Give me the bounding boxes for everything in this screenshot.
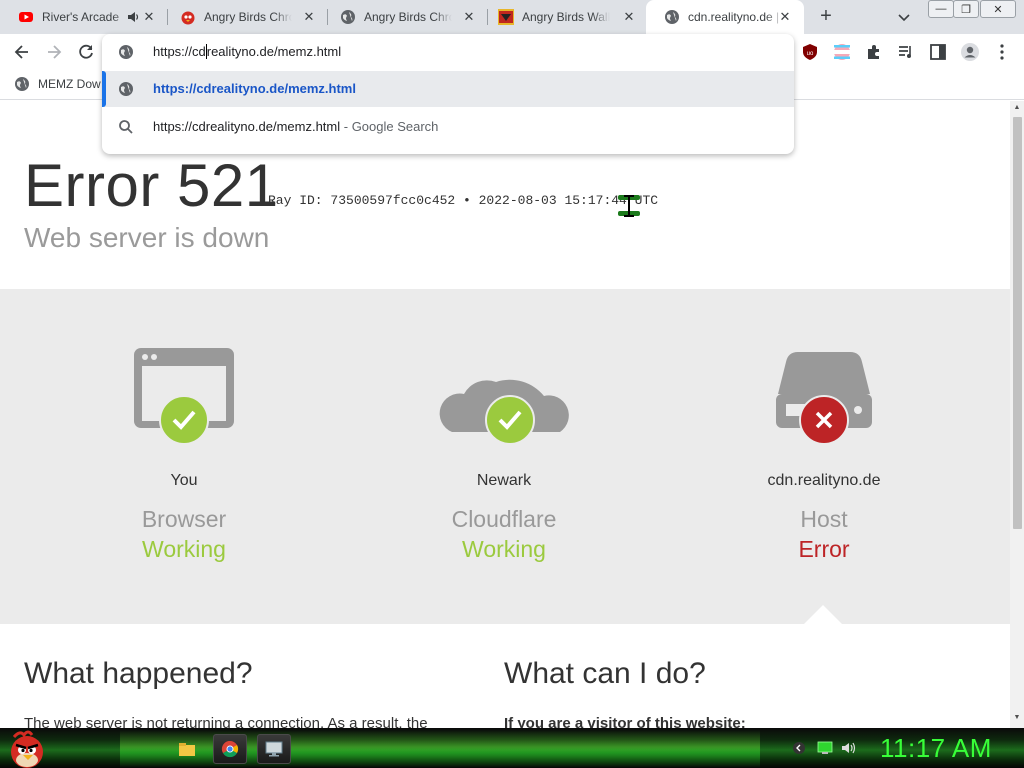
back-arrow-icon[interactable]	[12, 42, 32, 62]
angry-birds-logo-icon	[498, 9, 514, 25]
new-tab-button[interactable]: +	[815, 6, 837, 28]
network-icon[interactable]	[817, 741, 833, 755]
tab-title: River's Arcade	[42, 10, 119, 24]
tab-angry-birds-chrome-2[interactable]: Angry Birds Chrome ✕	[322, 0, 488, 34]
omnibox-dropdown: https://cdrealityno.de/memz.html https:/…	[102, 34, 794, 154]
node-kind: Cloudflare	[451, 506, 557, 532]
tab-angry-birds-chrome-1[interactable]: Angry Birds Chrome ✕	[162, 0, 328, 34]
chevron-down-icon[interactable]	[895, 8, 913, 26]
node-state: Error	[798, 536, 850, 562]
globe-icon	[665, 10, 679, 24]
globe-icon	[341, 10, 355, 24]
node-location: You	[170, 472, 198, 489]
angry-bird-icon	[181, 11, 195, 25]
text-cursor-icon	[618, 195, 640, 217]
scrollbar-thumb[interactable]	[1013, 117, 1022, 529]
server-icon	[776, 352, 872, 445]
omnibox-input-row[interactable]: https://cdrealityno.de/memz.html	[102, 34, 794, 70]
svg-text:uo: uo	[807, 51, 814, 57]
close-window-button[interactable]: ✕	[980, 0, 1016, 18]
profile-avatar-icon[interactable]	[960, 42, 980, 62]
page-content: Error 521 Ray ID: 73500597fcc0c452 • 202…	[0, 101, 1010, 728]
tab-title: Angry Birds Chrome	[364, 10, 452, 24]
what-happened-text: The web server is not returning a connec…	[24, 715, 428, 728]
node-kind: Host	[800, 506, 848, 532]
side-panel-icon[interactable]	[928, 42, 948, 62]
globe-icon	[119, 82, 133, 96]
error-subtitle: Web server is down	[24, 222, 270, 253]
reload-icon[interactable]	[76, 42, 96, 62]
ublock-icon[interactable]: uo	[800, 42, 820, 62]
close-glyph: ✕	[993, 3, 1003, 16]
taskbar-clock[interactable]: 11:17 AM	[880, 733, 992, 764]
tab-strip: River's Arcade ✕ Angry Birds Chrome ✕ An…	[0, 0, 1024, 34]
node-state: Working	[462, 536, 546, 562]
tab-angry-birds-walkthrough[interactable]: Angry Birds Walkthrough ✕	[480, 0, 648, 34]
node-host: cdn.realityno.de Host Error	[694, 289, 954, 624]
node-kind: Browser	[141, 506, 227, 532]
what-can-i-do-text: If you are a visitor of this website:	[504, 715, 746, 728]
input-text-after-caret: realityno.de/memz.html	[206, 44, 342, 59]
globe-icon	[15, 77, 29, 91]
kebab-menu-icon[interactable]	[992, 42, 1012, 62]
suggestion-query: https://cdrealityno.de/memz.html	[153, 119, 341, 134]
address-input[interactable]: https://cdrealityno.de/memz.html	[153, 44, 341, 59]
close-tab-icon[interactable]: ✕	[142, 10, 156, 24]
browser-icon	[134, 348, 234, 445]
page-scrollbar[interactable]: ▲ ▼	[1010, 101, 1024, 728]
close-tab-icon[interactable]: ✕	[462, 10, 476, 24]
suggestion-text: https://cdrealityno.de/memz.html	[153, 81, 356, 96]
taskbar-explorer[interactable]	[170, 734, 204, 764]
tab-rivers-arcade[interactable]: River's Arcade ✕	[0, 0, 168, 34]
chrome-icon	[221, 740, 239, 758]
folder-icon	[179, 743, 195, 756]
input-text-before-caret: https://cd	[153, 44, 206, 59]
flag-extension-icon[interactable]	[832, 42, 852, 62]
taskbar-chrome[interactable]	[213, 734, 247, 764]
close-tab-icon[interactable]: ✕	[302, 10, 316, 24]
node-location: Newark	[476, 472, 532, 489]
bookmark-label: MEMZ Dow	[38, 77, 101, 91]
bookmark-memz[interactable]: MEMZ Dow	[14, 76, 101, 92]
taskbar-remote-desktop[interactable]	[257, 734, 291, 764]
suggestion-text: https://cdrealityno.de/memz.html - Googl…	[153, 119, 438, 134]
node-cloudflare: Newark Cloudflare Working	[374, 289, 634, 624]
globe-icon	[119, 45, 133, 59]
node-browser: You Browser Working	[54, 289, 314, 624]
what-can-i-do-heading: What can I do?	[504, 657, 706, 690]
node-state: Working	[142, 536, 226, 562]
forward-arrow-icon[interactable]	[44, 42, 64, 62]
omnibox-suggestion-url[interactable]: https://cdrealityno.de/memz.html	[102, 71, 794, 107]
speaker-icon[interactable]	[126, 10, 140, 24]
status-band: You Browser Working Newark Cloudflare Wo…	[0, 289, 1010, 624]
suggestion-suffix: - Google Search	[340, 119, 439, 134]
status-pointer	[804, 605, 842, 624]
monitor-icon	[265, 741, 283, 757]
omnibox-suggestion-search[interactable]: https://cdrealityno.de/memz.html - Googl…	[102, 109, 794, 145]
start-button-angry-bird-icon[interactable]	[6, 729, 48, 768]
close-tab-icon[interactable]: ✕	[778, 10, 792, 24]
search-icon	[119, 120, 133, 134]
tab-title: cdn.realityno.de |	[688, 10, 780, 24]
restore-glyph: ❐	[961, 3, 971, 16]
restore-button[interactable]: ❐	[953, 0, 979, 18]
extensions-puzzle-icon[interactable]	[864, 42, 884, 62]
tray-chevron-icon[interactable]	[792, 741, 806, 755]
minimize-glyph: —	[935, 3, 947, 15]
scroll-down-arrow[interactable]: ▼	[1013, 714, 1021, 722]
node-location: cdn.realityno.de	[767, 472, 881, 489]
youtube-icon	[19, 12, 33, 22]
scroll-up-arrow[interactable]: ▲	[1013, 104, 1021, 112]
volume-icon[interactable]	[841, 741, 857, 755]
tab-cdn-realityno[interactable]: cdn.realityno.de | ✕	[646, 0, 804, 34]
cloud-icon	[439, 379, 569, 445]
tab-title: Angry Birds Chrome	[204, 10, 292, 24]
ray-id-line: Ray ID: 73500597fcc0c452 • 2022-08-03 15…	[268, 193, 659, 208]
close-tab-icon[interactable]: ✕	[622, 10, 636, 24]
what-happened-heading: What happened?	[24, 657, 253, 690]
media-control-icon[interactable]	[896, 42, 916, 62]
error-title: Error 521	[24, 152, 279, 219]
minimize-button[interactable]: —	[928, 0, 954, 18]
tab-title: Angry Birds Walkthrough	[522, 10, 610, 24]
